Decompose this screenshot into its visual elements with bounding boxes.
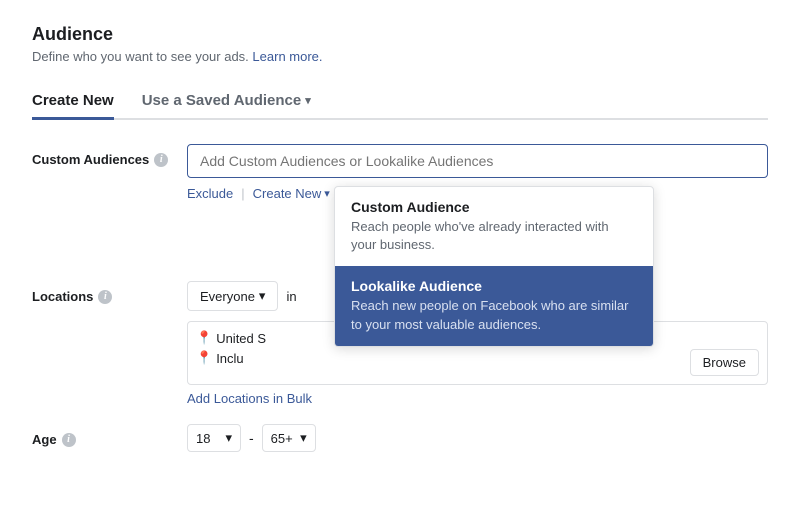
everyone-dropdown-button[interactable]: Everyone ▾ bbox=[187, 281, 278, 311]
age-dash: - bbox=[249, 430, 254, 446]
learn-more-link[interactable]: Learn more. bbox=[252, 49, 322, 64]
locations-info-icon[interactable]: i bbox=[98, 290, 112, 304]
chevron-down-icon: ▾ bbox=[259, 288, 266, 304]
lookalike-audience-title: Lookalike Audience bbox=[351, 278, 637, 294]
tabs: Create New Use a Saved Audience ▾ bbox=[32, 84, 768, 120]
custom-audiences-info-icon[interactable]: i bbox=[154, 153, 168, 167]
dropdown-item-lookalike-audience[interactable]: Lookalike Audience Reach new people on F… bbox=[335, 266, 653, 345]
age-info-icon[interactable]: i bbox=[62, 433, 76, 447]
lookalike-audience-desc: Reach new people on Facebook who are sim… bbox=[351, 297, 637, 333]
divider: | bbox=[241, 186, 244, 201]
age-content: 18 ▾ - 65+ ▾ bbox=[187, 424, 316, 452]
custom-audience-desc: Reach people who've already interacted w… bbox=[351, 218, 637, 254]
tab-use-saved[interactable]: Use a Saved Audience ▾ bbox=[142, 84, 311, 120]
create-new-dropdown-button[interactable]: Create New ▾ bbox=[253, 186, 330, 201]
dropdown-item-custom-audience[interactable]: Custom Audience Reach people who've alre… bbox=[335, 187, 653, 266]
chevron-down-icon: ▾ bbox=[300, 430, 307, 446]
chevron-down-icon: ▾ bbox=[324, 187, 330, 200]
locations-label: Locations i bbox=[32, 281, 187, 304]
section-subtitle: Define who you want to see your ads. Lea… bbox=[32, 49, 768, 64]
create-new-dropdown-menu: Custom Audience Reach people who've alre… bbox=[334, 186, 654, 347]
age-from-select[interactable]: 18 ▾ bbox=[187, 424, 241, 452]
section-header: Audience Define who you want to see your… bbox=[32, 24, 768, 64]
custom-audience-title: Custom Audience bbox=[351, 199, 637, 215]
include-tag: Inclu bbox=[216, 351, 243, 366]
chevron-down-icon: ▾ bbox=[305, 94, 311, 107]
age-label: Age i bbox=[32, 424, 187, 447]
age-row: Age i 18 ▾ - 65+ ▾ bbox=[32, 424, 768, 452]
add-locations-link[interactable]: Add Locations in Bulk bbox=[187, 391, 312, 406]
custom-audiences-input[interactable] bbox=[187, 144, 768, 178]
chevron-down-icon: ▾ bbox=[225, 430, 232, 446]
location-input-placeholder: in bbox=[286, 289, 296, 304]
exclude-link[interactable]: Exclude bbox=[187, 186, 233, 201]
page-title: Audience bbox=[32, 24, 768, 45]
browse-button[interactable]: Browse bbox=[690, 349, 759, 376]
location-pin-icon: 📍 bbox=[196, 330, 212, 346]
location-pin-icon-2: 📍 bbox=[196, 350, 212, 366]
custom-audiences-content: Exclude | Create New ▾ Custom Audience R… bbox=[187, 144, 768, 201]
custom-audiences-row: Custom Audiences i Exclude | Create New … bbox=[32, 144, 768, 201]
age-to-select[interactable]: 65+ ▾ bbox=[262, 424, 316, 452]
custom-audiences-label: Custom Audiences i bbox=[32, 144, 187, 167]
location-tag-include: 📍 Inclu bbox=[196, 350, 759, 366]
united-states-tag: United S bbox=[216, 331, 266, 346]
tab-create-new[interactable]: Create New bbox=[32, 84, 114, 120]
